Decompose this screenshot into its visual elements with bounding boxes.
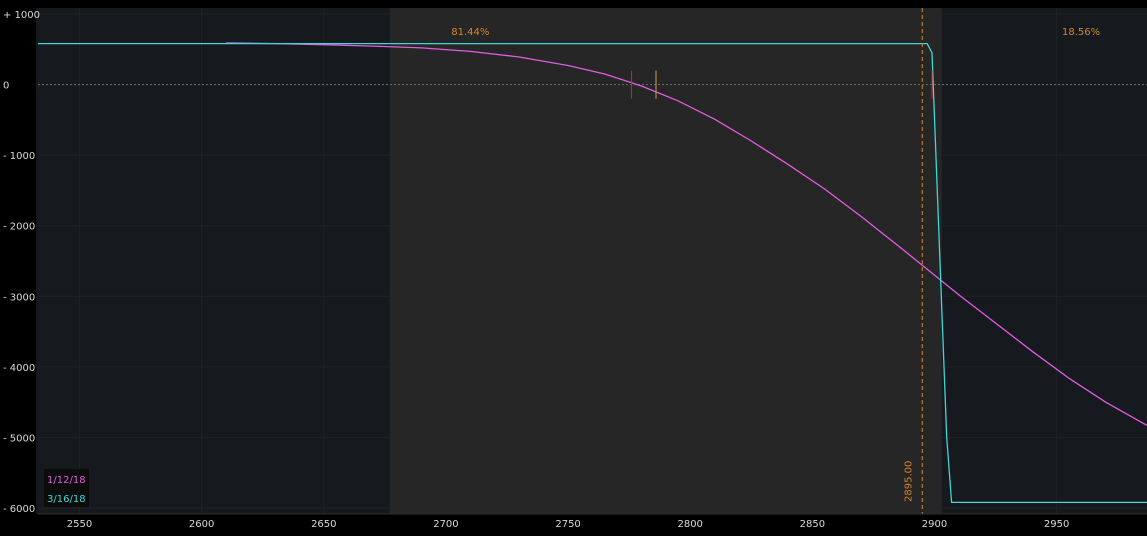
y-tick-label: + 1000 [3, 10, 40, 21]
x-tick-label: 2700 [433, 519, 458, 530]
y-tick-label: - 1000 [3, 151, 35, 162]
legend-entry-3/16/18: 3/16/18 [47, 494, 86, 505]
probability-label: 81.44% [451, 27, 489, 38]
x-tick-label: 2950 [1044, 519, 1069, 530]
x-tick-label: 2600 [189, 519, 214, 530]
probability-label: 18.56% [1062, 27, 1100, 38]
x-tick-label: 2550 [67, 519, 92, 530]
y-tick-label: - 3000 [3, 292, 35, 303]
x-tick-label: 2800 [677, 519, 702, 530]
pnl-chart: 2895.00 81.44% 18.56% + 1000 0 - 1000 - 2000… [0, 0, 1147, 536]
legend: 1/12/18 3/16/18 [44, 469, 89, 507]
x-tick-label: 2900 [922, 519, 947, 530]
probability-range-shade [389, 8, 942, 514]
x-tick-label: 2750 [555, 519, 580, 530]
y-tick-label: - 2000 [3, 222, 35, 233]
y-tick-label: - 6000 [3, 504, 35, 515]
price-line-label: 2895.00 [903, 461, 914, 502]
y-tick-label: 0 [3, 81, 9, 92]
x-tick-label: 2850 [800, 519, 825, 530]
shaded-range [389, 8, 942, 514]
legend-entry-1/12/18: 1/12/18 [47, 475, 86, 486]
x-tick-label: 2650 [311, 519, 336, 530]
y-tick-label: - 4000 [3, 363, 35, 374]
y-tick-label: - 5000 [3, 433, 35, 444]
